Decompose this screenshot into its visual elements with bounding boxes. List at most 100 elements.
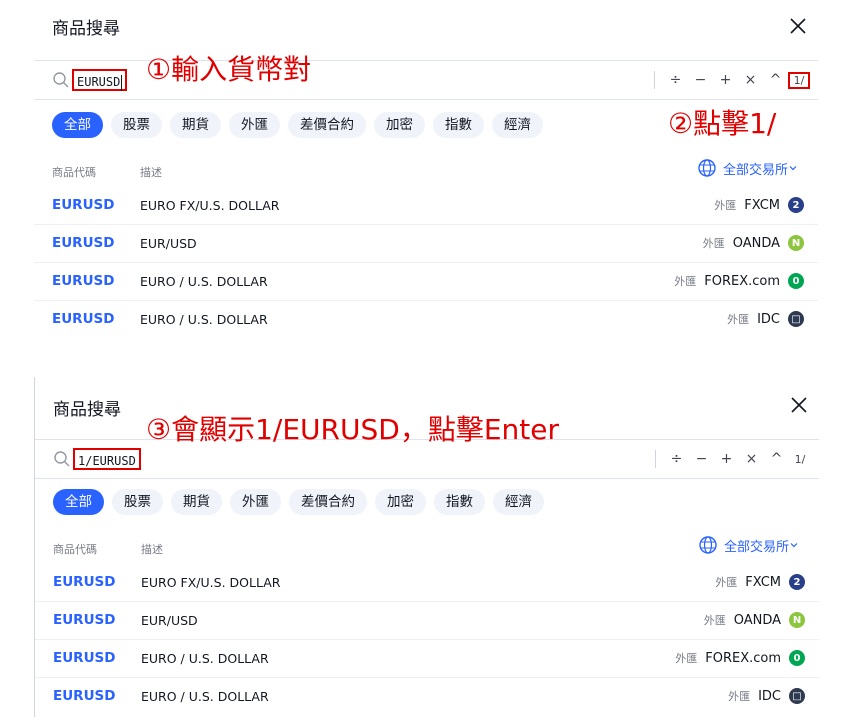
exchange-filter[interactable]: 全部交易所 — [697, 158, 804, 178]
symbol-type: 外匯 — [727, 313, 750, 326]
result-row[interactable]: EURUSD EUR/USD 外匯 OANDA N — [34, 224, 818, 263]
tab-stocks[interactable]: 股票 — [111, 112, 162, 138]
symbol-code: EURUSD — [53, 650, 116, 666]
column-symbol: 商品代碼 — [53, 543, 97, 556]
tab-futures[interactable]: 期貨 — [170, 112, 221, 138]
multiply-button[interactable]: × — [738, 72, 763, 88]
reciprocal-button[interactable]: 1/ — [789, 453, 811, 466]
exchange-name: FXCM — [745, 574, 781, 590]
exchange-filter-label: 全部交易所 — [722, 162, 788, 178]
result-row[interactable]: EURUSD EURO FX/U.S. DOLLAR 外匯 FXCM 2 — [35, 563, 819, 602]
exchange-name: OANDA — [732, 235, 780, 251]
close-icon — [790, 18, 806, 34]
tab-indices[interactable]: 指數 — [434, 489, 485, 515]
tab-crypto[interactable]: 加密 — [375, 489, 426, 515]
result-row[interactable]: EURUSD EURO FX/U.S. DOLLAR 外匯 FXCM 2 — [34, 186, 818, 225]
category-tabs: 全部 股票 期貨 外匯 差價合約 加密 指數 經濟 — [52, 112, 543, 138]
fxcm-logo-icon: 2 — [788, 197, 804, 213]
results-header: 商品代碼 描述 全部交易所 — [35, 536, 819, 559]
multiply-button[interactable]: × — [739, 451, 764, 467]
tab-all[interactable]: 全部 — [53, 489, 104, 515]
tab-forex[interactable]: 外匯 — [229, 112, 280, 138]
reciprocal-button[interactable]: 1/ — [788, 71, 810, 89]
globe-icon — [698, 159, 716, 177]
divide-button[interactable]: ÷ — [663, 72, 688, 88]
symbol-code: EURUSD — [53, 574, 116, 590]
tab-stocks[interactable]: 股票 — [112, 489, 163, 515]
tab-cfd[interactable]: 差價合約 — [288, 112, 366, 138]
result-row[interactable]: EURUSD EURO / U.S. DOLLAR 外匯 FOREX.com 0 — [35, 639, 819, 678]
column-description: 描述 — [140, 166, 162, 179]
symbol-code: EURUSD — [52, 311, 115, 327]
operator-toolbar: ÷ − + × ^ 1/ — [655, 446, 811, 472]
chevron-down-icon — [790, 543, 798, 548]
column-symbol: 商品代碼 — [52, 166, 96, 179]
plus-button[interactable]: + — [714, 451, 739, 467]
exchange-name: FOREX.com — [705, 650, 781, 666]
symbol-description: EURO / U.S. DOLLAR — [140, 312, 268, 327]
oanda-logo-icon: N — [788, 235, 804, 251]
symbol-description: EURO / U.S. DOLLAR — [141, 689, 269, 704]
minus-button[interactable]: − — [688, 72, 713, 88]
tab-economy[interactable]: 經濟 — [493, 489, 544, 515]
tab-futures[interactable]: 期貨 — [171, 489, 222, 515]
globe-icon — [699, 536, 717, 554]
close-icon — [791, 397, 807, 413]
search-input[interactable]: EURUSD — [72, 69, 128, 91]
search-icon — [53, 72, 69, 88]
close-button[interactable] — [786, 14, 810, 38]
chevron-down-icon — [789, 166, 797, 171]
symbol-description: EURO FX/U.S. DOLLAR — [140, 198, 280, 213]
dialog-title: 商品搜尋 — [53, 400, 121, 420]
symbol-description: EUR/USD — [140, 236, 197, 251]
minus-button[interactable]: − — [689, 451, 714, 467]
exchange-filter-label: 全部交易所 — [723, 539, 789, 555]
divider — [654, 71, 655, 89]
annotation-step3: ③會顯示1/EURUSD，點擊Enter — [146, 413, 559, 446]
symbol-type: 外匯 — [715, 576, 738, 589]
symbol-type: 外匯 — [703, 614, 726, 627]
symbol-type: 外匯 — [728, 690, 751, 703]
search-icon — [54, 451, 70, 467]
annotation-step2: ②點擊1/ — [668, 107, 777, 140]
text-caret — [121, 74, 123, 91]
operator-toolbar: ÷ − + × ^ 1/ — [654, 67, 810, 93]
divide-button[interactable]: ÷ — [664, 451, 689, 467]
symbol-description: EUR/USD — [141, 613, 198, 628]
tab-indices[interactable]: 指數 — [433, 112, 484, 138]
category-tabs: 全部 股票 期貨 外匯 差價合約 加密 指數 經濟 — [53, 489, 544, 515]
idc-logo-icon: □ — [789, 688, 805, 704]
tab-crypto[interactable]: 加密 — [374, 112, 425, 138]
symbol-code: EURUSD — [53, 612, 116, 628]
divider — [655, 450, 656, 468]
power-button[interactable]: ^ — [763, 72, 788, 88]
symbol-type: 外匯 — [675, 652, 698, 665]
fxcm-logo-icon: 2 — [789, 574, 805, 590]
result-row[interactable]: EURUSD EURO / U.S. DOLLAR 外匯 IDC □ — [35, 677, 819, 715]
tab-forex[interactable]: 外匯 — [230, 489, 281, 515]
plus-button[interactable]: + — [713, 72, 738, 88]
search-input[interactable]: 1/EURUSD — [73, 448, 141, 470]
symbol-description: EURO / U.S. DOLLAR — [141, 651, 269, 666]
close-button[interactable] — [787, 393, 811, 417]
exchange-name: FOREX.com — [704, 273, 780, 289]
power-button[interactable]: ^ — [764, 451, 789, 467]
result-row[interactable]: EURUSD EURO / U.S. DOLLAR 外匯 IDC □ — [34, 300, 818, 338]
column-description: 描述 — [141, 543, 163, 556]
result-row[interactable]: EURUSD EUR/USD 外匯 OANDA N — [35, 601, 819, 640]
symbol-code: EURUSD — [52, 197, 115, 213]
tab-cfd[interactable]: 差價合約 — [289, 489, 367, 515]
symbol-type: 外匯 — [702, 237, 725, 250]
symbol-type: 外匯 — [674, 275, 697, 288]
tab-all[interactable]: 全部 — [52, 112, 103, 138]
results-header: 商品代碼 描述 全部交易所 — [34, 159, 818, 182]
exchange-filter[interactable]: 全部交易所 — [698, 535, 805, 555]
dialog-title: 商品搜尋 — [52, 19, 120, 39]
result-row[interactable]: EURUSD EURO / U.S. DOLLAR 外匯 FOREX.com 0 — [34, 262, 818, 301]
symbol-code: EURUSD — [52, 273, 115, 289]
forex-com-logo-icon: 0 — [788, 273, 804, 289]
tab-economy[interactable]: 經濟 — [492, 112, 543, 138]
symbol-code: EURUSD — [53, 688, 116, 704]
exchange-name: IDC — [757, 311, 780, 327]
symbol-code: EURUSD — [52, 235, 115, 251]
